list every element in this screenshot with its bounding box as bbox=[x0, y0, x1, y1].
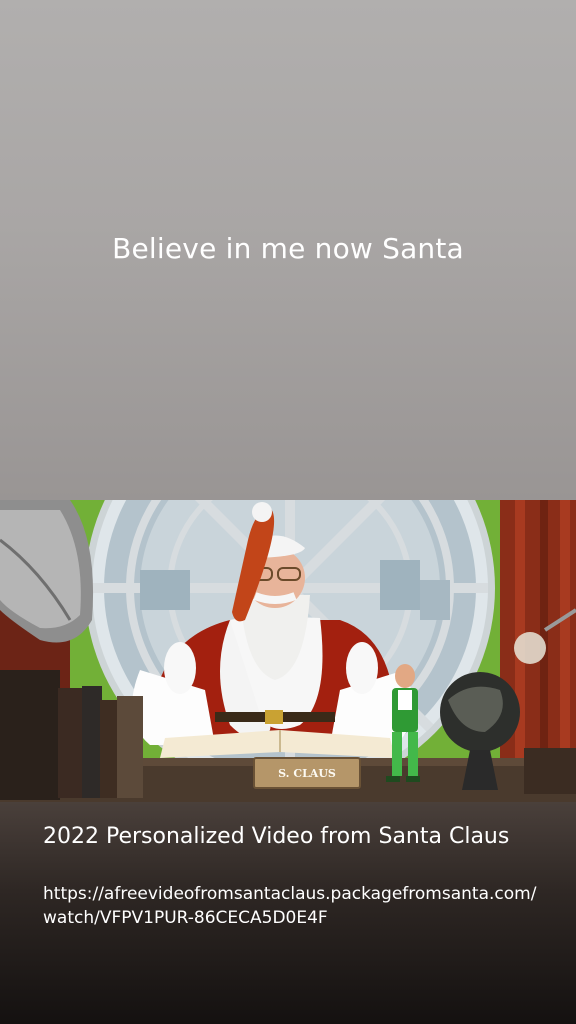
link-title[interactable]: 2022 Personalized Video from Santa Claus bbox=[43, 822, 543, 851]
link-preview-image[interactable]: S. CLAUS bbox=[0, 500, 576, 802]
name-sign: S. CLAUS bbox=[253, 757, 361, 789]
story-text: Believe in me now Santa bbox=[112, 232, 464, 265]
sign-text: S. CLAUS bbox=[278, 767, 336, 780]
link-url[interactable]: https://afreevideofromsantaclaus.package… bbox=[43, 882, 543, 930]
